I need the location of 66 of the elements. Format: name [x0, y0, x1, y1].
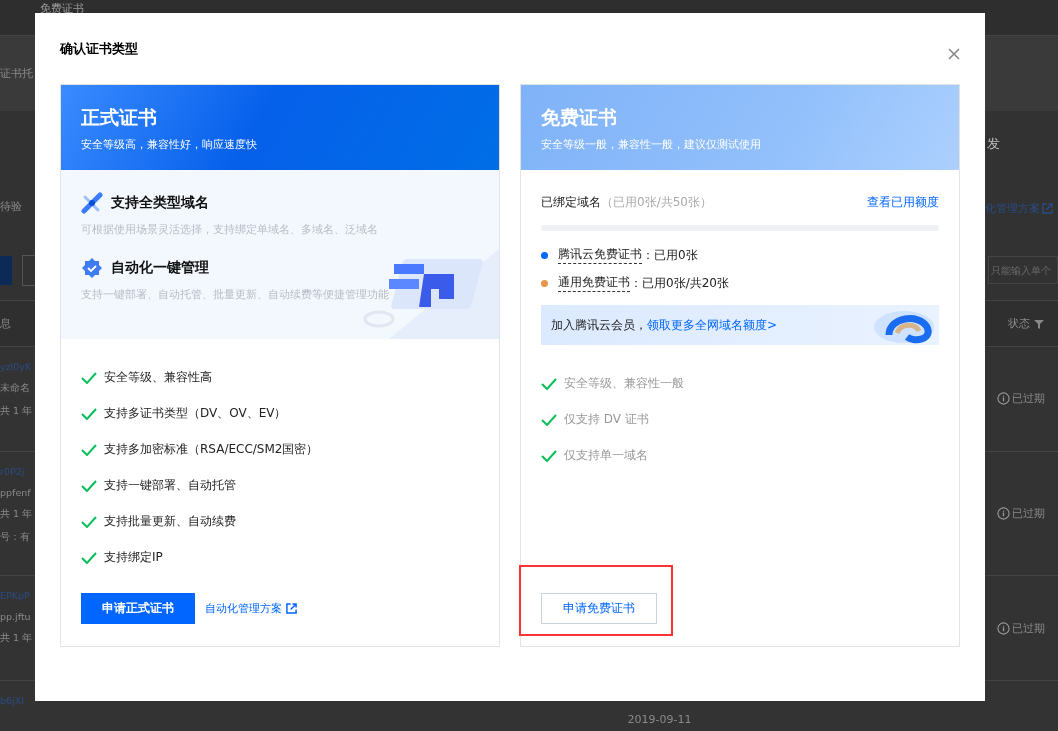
check-icon	[541, 413, 557, 426]
external-link-icon	[1042, 202, 1053, 214]
usage-text: ：已用0张/共20张	[630, 274, 729, 292]
check-icon	[81, 515, 97, 528]
external-link-icon	[286, 603, 297, 614]
status-text: 已过期	[1012, 391, 1045, 407]
check-icon	[541, 377, 557, 390]
table-cell-text: ppfenf	[0, 486, 32, 498]
card-title: 免费证书	[541, 105, 618, 130]
feature-item: 支持一键部署、自动托管	[104, 477, 236, 494]
status-text: 已过期	[1012, 620, 1045, 636]
badge-check-icon	[81, 257, 103, 279]
table-cell-text: r0P2j	[0, 465, 26, 477]
feature-item: 安全等级、兼容性高	[104, 369, 212, 386]
card-subtitle: 安全等级一般，兼容性一般，建议仅测试使用	[541, 137, 762, 152]
table-cell-text: 号：有	[0, 530, 31, 544]
check-icon	[81, 479, 97, 492]
table-cell: 共 1 年	[0, 632, 34, 646]
filter-icon[interactable]	[1034, 318, 1044, 329]
quota-usage: （已用0张/共50张）	[601, 194, 712, 211]
feature-item: 安全等级、兼容性一般	[564, 375, 684, 392]
info-icon	[997, 392, 1010, 406]
table-cell-text: EPKpP	[0, 590, 31, 602]
certificate-type[interactable]: 通用免费证书	[558, 274, 630, 292]
card-subtitle: 安全等级高，兼容性好，响应速度快	[81, 137, 258, 152]
table-cell-text: pp.jftu	[0, 611, 32, 623]
feature-title: 支持全类型域名	[111, 194, 209, 212]
page-title: 免费证书	[40, 1, 84, 16]
feature-item: 仅支持单一域名	[564, 447, 648, 464]
column-header: 状态	[1008, 316, 1030, 332]
tab-label[interactable]: 待验	[0, 198, 22, 241]
feature-item: 支持绑定IP	[104, 549, 163, 566]
certificate-type[interactable]: 腾讯云免费证书	[558, 246, 642, 264]
table-cell: 共 1 年	[0, 507, 34, 521]
check-icon	[541, 449, 557, 462]
status-text: 已过期	[1012, 506, 1045, 522]
table-cell-text: 未命名	[0, 382, 31, 396]
info-icon	[997, 507, 1010, 521]
quota-label: 已绑定域名	[541, 194, 601, 211]
close-icon[interactable]	[946, 45, 962, 62]
column-header: 息	[0, 316, 11, 332]
feature-item: 支持多证书类型（DV、OV、EV）	[104, 405, 287, 422]
apply-button[interactable]: 申请正式证书	[81, 593, 195, 624]
view-quota-link[interactable]: 查看已用额度	[867, 194, 939, 211]
table-cell: 共 1 年	[0, 405, 34, 419]
section-heading: 发	[987, 134, 1001, 153]
check-icon	[81, 371, 97, 384]
banner-link[interactable]: 领取更多全网域名额度>	[647, 316, 778, 334]
feature-item: 支持多加密标准（RSA/ECC/SM2国密）	[104, 441, 319, 458]
usage-text: ：已用0张	[642, 246, 698, 264]
feature-item: 仅支持 DV 证书	[564, 411, 649, 428]
card-title: 正式证书	[81, 105, 158, 130]
check-icon	[81, 551, 97, 564]
info-icon	[997, 621, 1010, 635]
feature-title: 自动化一键管理	[111, 259, 209, 277]
date-cell: 2019-09-11	[627, 713, 692, 727]
dialog-title: 确认证书类型	[60, 39, 138, 58]
banner-text: 加入腾讯云会员，	[551, 316, 647, 334]
check-icon	[81, 443, 97, 456]
tab-label[interactable]: 证书托	[0, 65, 33, 81]
table-cell-text: b6jXI	[0, 695, 26, 707]
feature-item: 支持批量更新、自动续费	[104, 513, 236, 530]
apply-button[interactable]: 申请免费证书	[541, 593, 657, 624]
solution-link[interactable]: 自动化管理方案	[205, 601, 297, 616]
check-icon	[81, 407, 97, 420]
table-cell-text: yzl0yK	[0, 361, 33, 373]
